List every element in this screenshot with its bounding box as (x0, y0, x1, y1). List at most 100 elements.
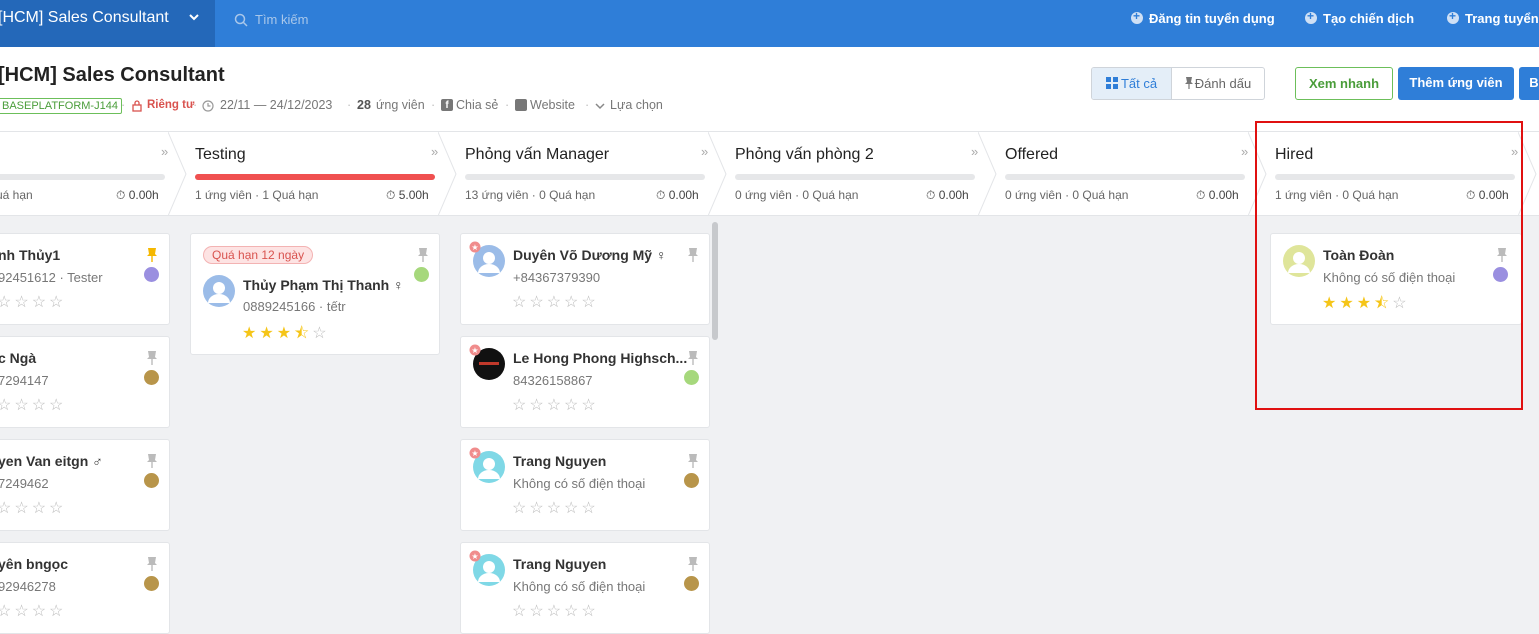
rating-stars[interactable]: ☆☆☆☆ (0, 292, 66, 312)
search-placeholder: Tìm kiếm (255, 12, 309, 27)
pin-icon[interactable] (688, 557, 698, 571)
column-hours-value: 0.00h (938, 188, 969, 202)
grid-icon (1105, 77, 1118, 89)
candidate-name: yen Van eitgn ♂ (0, 453, 103, 469)
column-hours-value: 0.00h (1208, 188, 1239, 202)
candidate-card[interactable]: ★ Duyên Võ Dương Mỹ ♀ +84367379390 ☆☆☆☆☆ (460, 233, 710, 325)
column-header-offered: Offered » 0 ứng viên · 0 Quá hạn ⏱ 0.00h (985, 132, 1255, 216)
rating-stars[interactable]: ☆☆☆☆☆ (512, 498, 599, 518)
career-page-label: Trang tuyển d (1465, 11, 1539, 26)
pin-icon[interactable] (147, 557, 157, 571)
pin-icon[interactable] (418, 248, 428, 262)
candidate-card[interactable]: ★ Trang Nguyen Không có số điện thoại ☆☆… (460, 439, 710, 531)
owner-avatar (144, 576, 159, 591)
candidate-name: Thủy Phạm Thị Thanh ♀ (243, 277, 404, 293)
rating-stars[interactable]: ☆☆☆☆ (0, 601, 66, 621)
rating-stars[interactable]: ☆☆☆☆☆ (512, 395, 599, 415)
filter-marked-button[interactable]: Đánh dấu (1172, 68, 1264, 99)
chevron-down-icon (189, 14, 199, 21)
owner-avatar (144, 473, 159, 488)
pin-icon[interactable] (147, 454, 157, 468)
stage-separator (168, 132, 187, 216)
rating-stars[interactable]: ☆☆☆☆☆ (512, 292, 599, 312)
highlight-box (1255, 121, 1523, 410)
job-selector[interactable]: [HCM] Sales Consultant (0, 0, 215, 47)
column-hours: ⏱ 0.00h (926, 188, 969, 202)
candidate-card[interactable]: nh Thủy1 92451612 · Tester ☆☆☆☆ (0, 233, 170, 325)
candidate-card[interactable]: ★ Le Hong Phong Highsch... 84326158867 ☆… (460, 336, 710, 428)
column-hours-value: 5.00h (398, 188, 429, 202)
candidate-name: Le Hong Phong Highsch... (513, 350, 688, 366)
create-campaign-link[interactable]: Tạo chiến dịch (1305, 9, 1414, 26)
candidate-card[interactable]: Quá hạn 12 ngày Thủy Phạm Thị Thanh ♀ 08… (190, 233, 440, 355)
candidate-phone: 92946278 (0, 579, 56, 594)
candidate-count: 28 (357, 98, 371, 112)
overdue-progress-fill (195, 174, 435, 180)
filter-all-button[interactable]: Tất cả (1092, 68, 1172, 99)
new-badge-icon: ★ (469, 447, 481, 459)
rating-stars[interactable]: ★★★⯪☆ (242, 322, 330, 349)
rating-stars[interactable]: ☆☆☆☆ (0, 395, 66, 415)
job-selector-label: [HCM] Sales Consultant (0, 9, 169, 26)
career-page-link[interactable]: Trang tuyển d (1447, 9, 1539, 26)
more-button[interactable]: B (1519, 67, 1539, 100)
overdue-badge: Quá hạn 12 ngày (203, 246, 314, 264)
candidate-card[interactable]: c Ngà 7294147 ☆☆☆☆ (0, 336, 170, 428)
pin-icon[interactable] (147, 248, 157, 262)
candidate-card[interactable]: yen Van eitgn ♂ 7249462 ☆☆☆☆ (0, 439, 170, 531)
svg-text:★: ★ (471, 243, 478, 252)
column-stats: 0 ứng viên · 0 Quá hạn (735, 188, 859, 202)
owner-avatar (684, 370, 699, 385)
filter-marked-label: Đánh dấu (1194, 76, 1252, 91)
candidate-name: yên bngọc (0, 556, 69, 572)
filter-all-label: Tất cả (1120, 76, 1158, 91)
pin-icon[interactable] (688, 248, 698, 262)
pin-icon (1184, 77, 1193, 89)
candidate-count-label: ứng viên (376, 98, 425, 112)
candidate-card[interactable]: yên bngọc 92946278 ☆☆☆☆ (0, 542, 170, 634)
lock-icon (132, 100, 142, 112)
pin-icon[interactable] (688, 351, 698, 365)
column-title: Phỏng vấn Manager (465, 146, 610, 163)
new-badge-icon: ★ (469, 550, 481, 562)
column-stats: uá hạn (0, 188, 33, 202)
column-scrollbar[interactable] (712, 222, 718, 340)
candidate-phone: Không có số điện thoại (513, 476, 646, 491)
rating-stars[interactable]: ☆☆☆☆☆ (512, 601, 599, 621)
options-dropdown[interactable]: Lựa chọn (610, 98, 663, 112)
add-candidate-button[interactable]: Thêm ứng viên (1398, 67, 1514, 100)
svg-text:★: ★ (471, 552, 478, 561)
pin-icon[interactable] (147, 351, 157, 365)
column-title: Phỏng vấn phòng 2 (735, 146, 874, 163)
separator: · (193, 98, 198, 112)
svg-text:★: ★ (471, 449, 478, 458)
page-title: [HCM] Sales Consultant (0, 64, 225, 86)
candidate-name: Trang Nguyen (513, 453, 607, 469)
owner-avatar (684, 473, 699, 488)
candidate-phone: 7294147 (0, 373, 49, 388)
column-stats: 13 ứng viên · 0 Quá hạn (465, 188, 596, 202)
post-job-link[interactable]: Đăng tin tuyển dụng (1131, 9, 1275, 26)
owner-avatar (144, 370, 159, 385)
quick-view-button[interactable]: Xem nhanh (1295, 67, 1393, 100)
job-header: [HCM] Sales Consultant BASEPLATFORM-J144… (0, 47, 1539, 132)
clock-icon (202, 100, 214, 112)
search-icon (234, 13, 248, 27)
separator: · (431, 98, 436, 112)
share-link[interactable]: Chia sẻ (456, 98, 498, 112)
candidate-phone: +84367379390 (513, 270, 601, 285)
column-hours: ⏱ 5.00h (386, 188, 429, 202)
column-title: Offered (1005, 146, 1059, 163)
candidate-name: Trang Nguyen (513, 556, 607, 572)
candidate-card[interactable]: ★ Trang Nguyen Không có số điện thoại ☆☆… (460, 542, 710, 634)
date-range: 22/11 — 24/12/2023 (220, 98, 333, 112)
candidate-name: c Ngà (0, 350, 37, 366)
pin-icon[interactable] (688, 454, 698, 468)
new-badge-icon: ★ (469, 241, 481, 253)
progress-bar (1005, 174, 1245, 180)
column-title: Testing (195, 146, 246, 163)
website-link[interactable]: Website (530, 98, 575, 112)
rating-stars[interactable]: ☆☆☆☆ (0, 498, 66, 518)
top-bar: [HCM] Sales Consultant Tìm kiếm Đăng tin… (0, 0, 1539, 47)
column-header-interview2: Phỏng vấn phòng 2 » 0 ứng viên · 0 Quá h… (715, 132, 985, 216)
